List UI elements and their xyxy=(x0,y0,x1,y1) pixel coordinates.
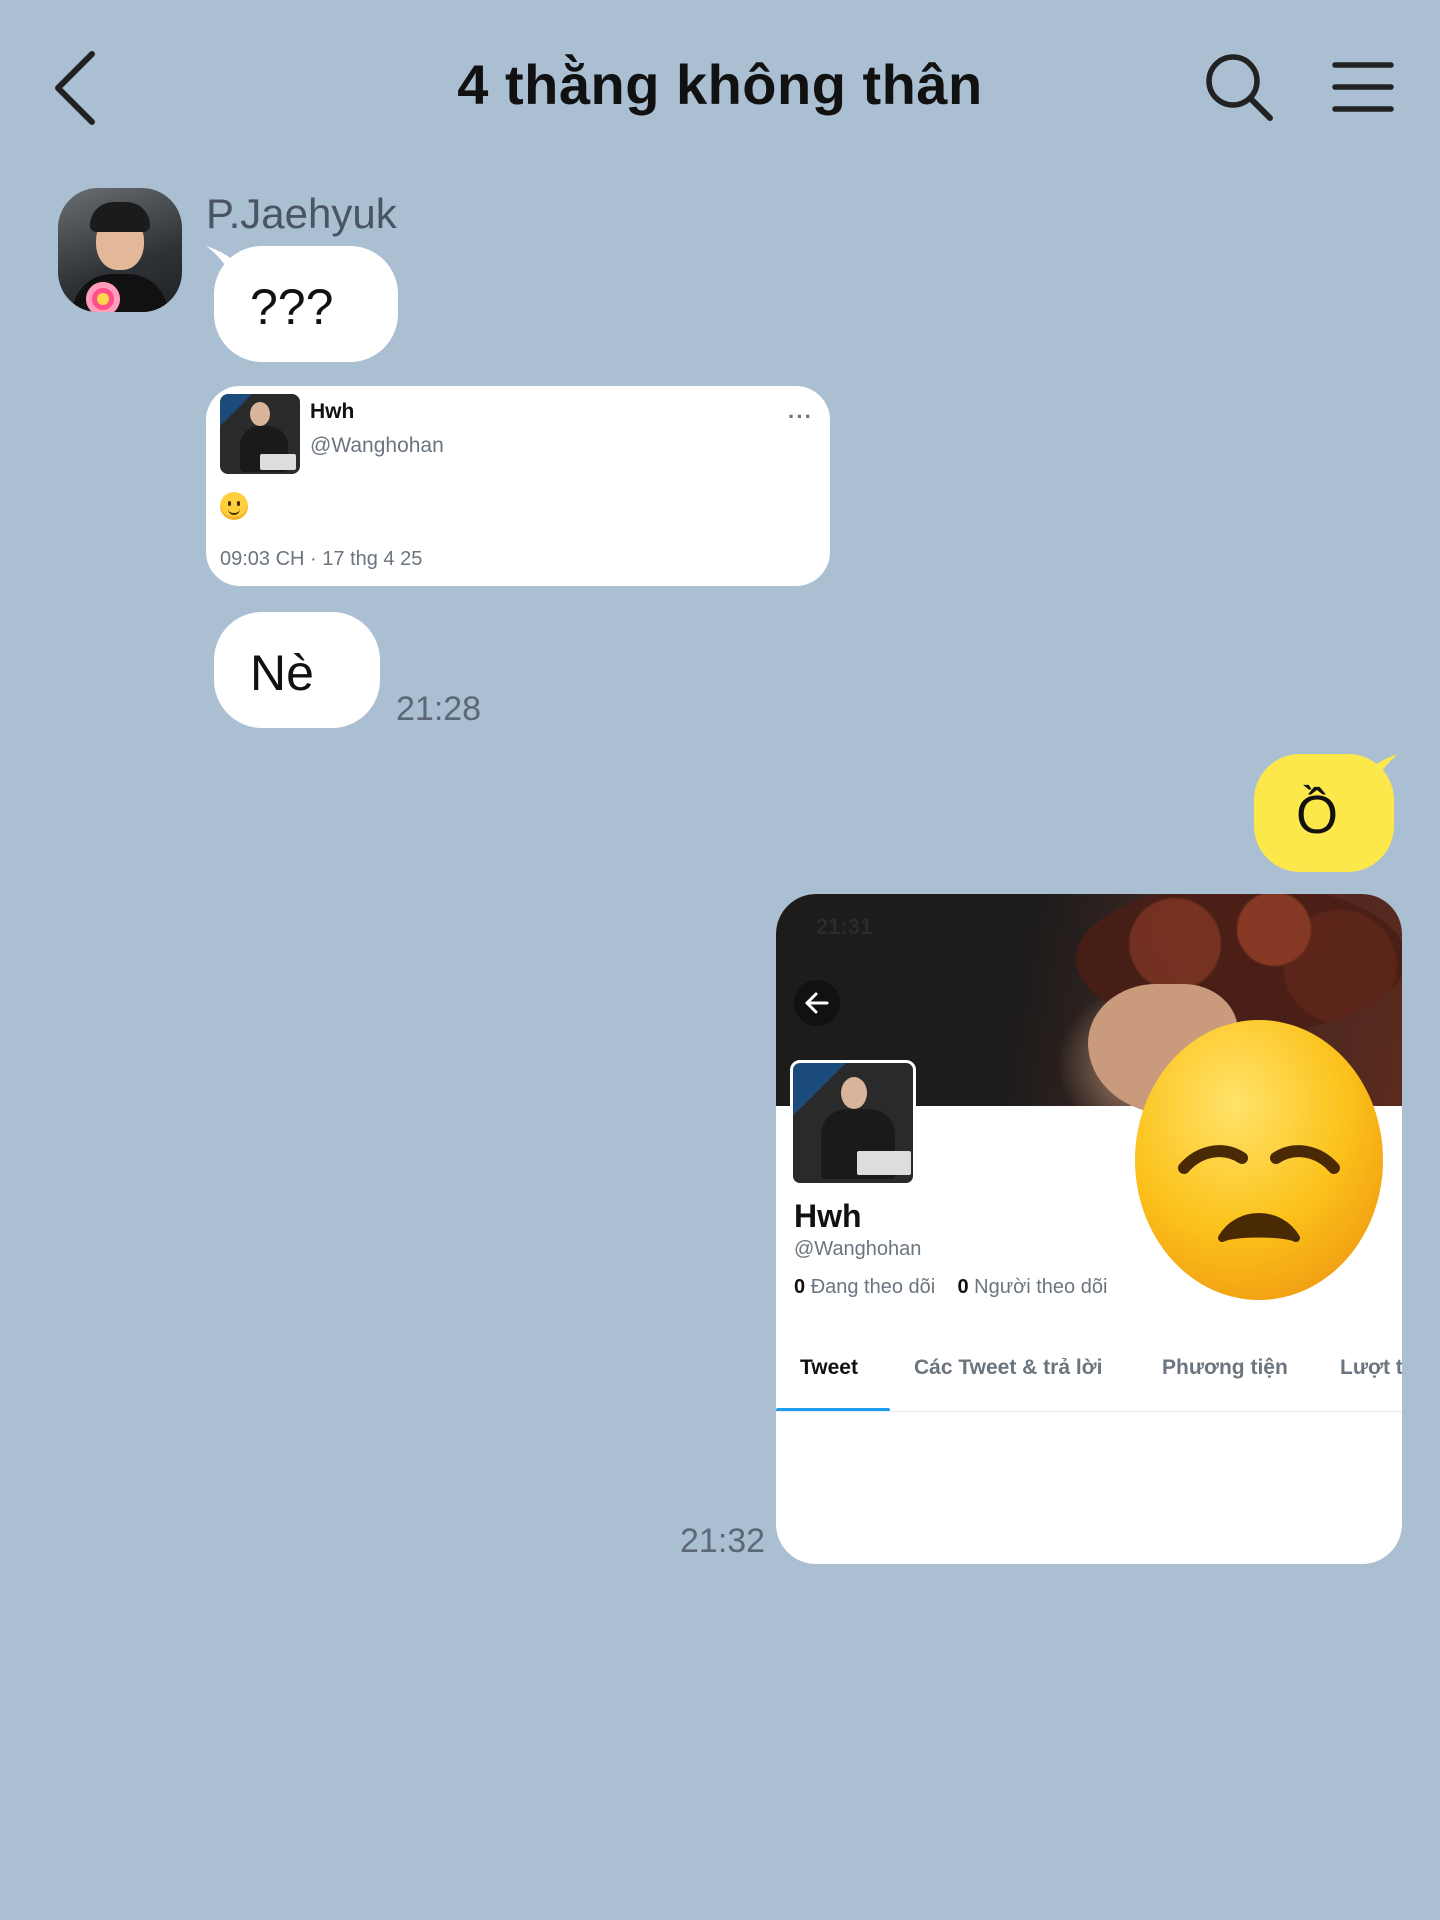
message-text: ??? xyxy=(250,279,334,335)
sender-avatar[interactable] xyxy=(58,188,182,312)
tab-tweet: Tweet xyxy=(800,1356,858,1379)
message-time: 21:32 xyxy=(680,1522,766,1560)
search-icon[interactable] xyxy=(1204,52,1274,122)
profile-tabs: Tweet Các Tweet & trả lời Phương tiện Lư… xyxy=(776,1356,1402,1406)
slightly-smiling-face-icon xyxy=(220,492,248,520)
message-time: 21:28 xyxy=(396,690,482,728)
message-text: Ồ xyxy=(1296,785,1339,845)
tweet-avatar xyxy=(220,394,300,474)
status-bar-time: 21:31 xyxy=(816,914,873,939)
tab-tweets-replies: Các Tweet & trả lời xyxy=(914,1356,1103,1379)
tweet-author-handle: @Wanghohan xyxy=(310,434,444,457)
sender-name: P.Jaehyuk xyxy=(206,190,397,237)
tab-likes: Lượt t xyxy=(1340,1356,1402,1379)
tweet-author-name: Hwh xyxy=(310,400,355,423)
outgoing-message-bubble[interactable]: Ồ xyxy=(1254,754,1394,872)
hamburger-menu-icon[interactable] xyxy=(1332,60,1394,114)
more-options-icon[interactable]: ··· xyxy=(788,404,813,430)
tweet-timestamp: 09:03 CH · 17 thg 4 25 xyxy=(220,548,423,570)
tab-media: Phương tiện xyxy=(1162,1356,1288,1379)
message-text: Nè xyxy=(250,645,314,701)
followers-count: 0 xyxy=(957,1276,969,1298)
message-bubble[interactable]: ??? xyxy=(214,246,398,362)
following-count: 0 xyxy=(794,1276,806,1298)
message-bubble[interactable]: Nè xyxy=(214,612,380,728)
profile-name: Hwh xyxy=(794,1198,862,1234)
profile-avatar xyxy=(790,1060,916,1186)
profile-stats: 0 Đang theo dõi 0 Người theo dõi xyxy=(794,1276,1107,1299)
disappointed-face-icon xyxy=(1135,1020,1383,1300)
tweet-card[interactable]: Hwh @Wanghohan ··· 09:03 CH · 17 thg 4 2… xyxy=(206,386,830,586)
followers-label: Người theo dõi xyxy=(974,1276,1108,1298)
arrow-left-icon xyxy=(794,980,840,1026)
following-label: Đang theo dõi xyxy=(810,1276,936,1298)
tabs-divider xyxy=(776,1411,1402,1412)
profile-handle: @Wanghohan xyxy=(794,1238,922,1260)
